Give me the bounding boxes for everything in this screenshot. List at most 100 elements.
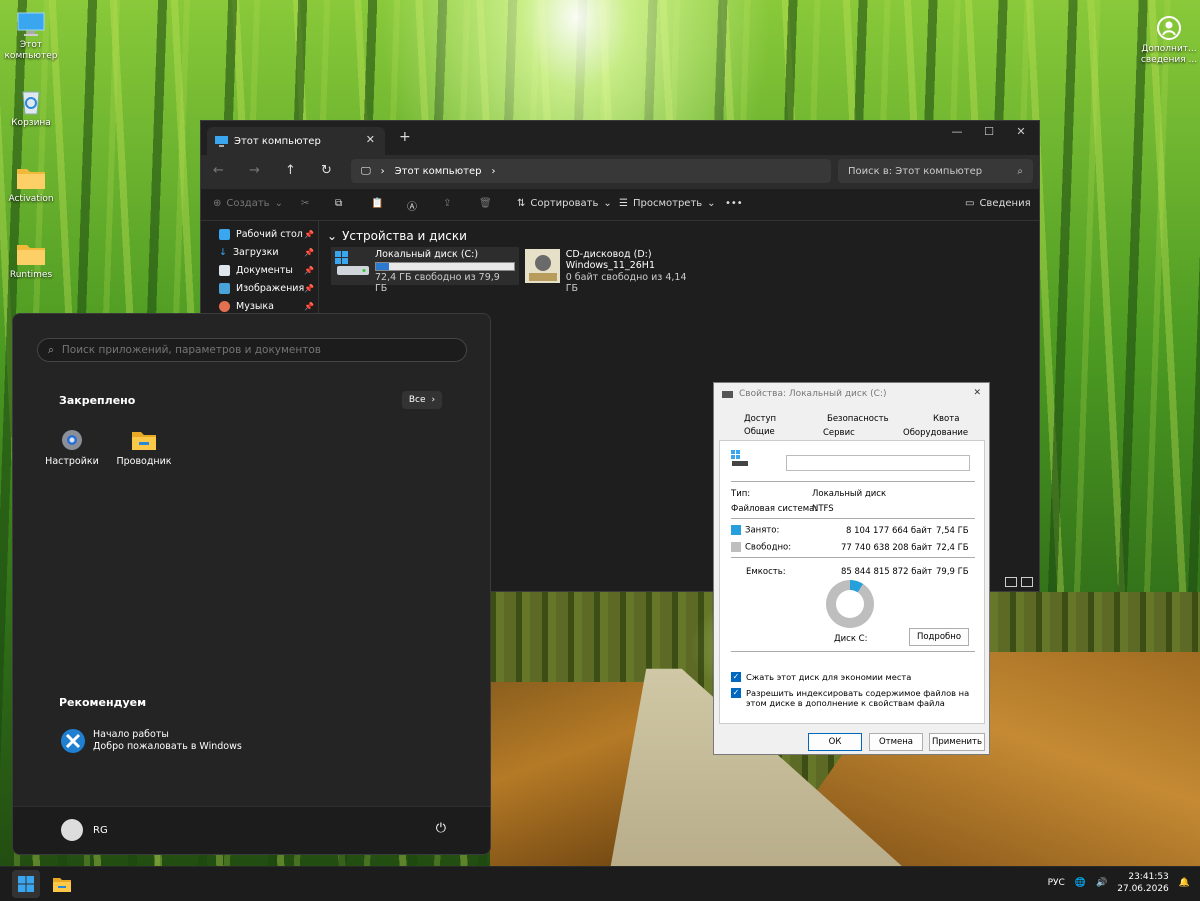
section-header[interactable]: ⌄ Устройства и диски [327,229,467,243]
details-button[interactable]: ▭ Сведения [965,198,1031,209]
compress-checkbox[interactable]: ✓ Сжать этот диск для экономии места [731,672,911,682]
desktop-icon-recycle-bin[interactable]: Корзина [0,88,62,129]
view-switcher [1005,577,1033,587]
all-apps-button[interactable]: Все › [402,391,442,409]
refresh-icon[interactable]: ↻ [321,163,332,178]
sidebar-item-pictures[interactable]: Изображения 📌 [201,279,318,297]
hard-drive-icon [335,251,369,275]
cd-drive-icon [525,249,560,283]
forward-icon[interactable]: → [249,163,260,178]
share-icon[interactable]: ⇪ [443,198,451,209]
view-icon: ☰ [619,198,628,209]
more-options-icon[interactable]: ••• [725,198,743,209]
tab-access[interactable]: Доступ [744,414,776,424]
start-button[interactable] [12,870,40,898]
new-tab-icon[interactable]: + [399,129,411,145]
sidebar-item-documents[interactable]: Документы 📌 [201,261,318,279]
folder-icon [17,169,45,189]
avatar[interactable] [61,819,83,841]
search-box[interactable]: Поиск в: Этот компьютер ⌕ [838,159,1033,183]
free-swatch [731,542,741,552]
start-search-box[interactable]: ⌕ [37,338,467,362]
dialog-title-bar: Свойства: Локальный диск (C:) ✕ [714,383,989,405]
maximize-icon[interactable]: ☐ [973,125,1005,138]
delete-icon[interactable]: 🗑 [479,198,492,209]
index-checkbox[interactable]: ✓ Разрешить индексировать содержимое файл… [731,688,971,708]
details-button[interactable]: Подробно [909,628,969,646]
network-icon[interactable]: 🌐 [1075,878,1086,888]
recommended-item-get-started[interactable]: Начало работы Добро пожаловать в Windows [61,729,242,753]
cancel-button[interactable]: Отмена [869,733,923,751]
drive-name: CD-дисковод (D:) [565,249,652,260]
start-search-input[interactable] [61,344,442,356]
folder-icon [132,432,156,450]
divider [731,557,975,558]
tab-security[interactable]: Безопасность [827,414,889,424]
tab-general[interactable]: Общие [744,427,775,437]
back-icon[interactable]: ← [213,163,224,178]
details-view-icon[interactable] [1005,577,1017,587]
drive-c[interactable]: Локальный диск (C:) 72,4 ГБ свободно из … [331,247,519,294]
notification-icon[interactable]: 🔔 [1179,878,1190,888]
tab-quota[interactable]: Квота [933,414,959,424]
language-indicator[interactable]: РУС [1048,878,1065,888]
close-window-icon[interactable]: ✕ [1005,125,1037,138]
taskbar-explorer[interactable] [48,870,76,898]
capacity-label: Емкость: [746,567,786,577]
close-icon[interactable]: ✕ [973,388,981,398]
start-footer: RG ⏻ [13,806,490,854]
apply-button[interactable]: Применить [929,733,985,751]
up-icon[interactable]: ↑ [285,163,296,178]
create-button[interactable]: ⊕ Создать ⌄ [213,198,283,209]
drive-free-space: 0 байт свободно из 4,14 ГБ [565,272,687,294]
cut-icon[interactable]: ✂ [301,198,309,209]
desktop-icon-extra-info[interactable]: Дополнит... сведения ... [1138,14,1200,66]
clock-date: 27.06.2026 [1117,884,1169,894]
tiles-view-icon[interactable] [1021,577,1033,587]
paste-icon[interactable]: 📋 [371,198,383,209]
used-bytes: 8 104 177 664 байт [846,526,932,536]
drive-d[interactable]: CD-дисковод (D:) Windows_11_26H1 0 байт … [521,247,701,294]
start-menu: ⌕ Закреплено Все › Настройки Проводник Ре… [12,313,491,855]
folder-icon [53,878,71,892]
windows-logo-icon [18,876,34,892]
desktop-icon-label: Runtimes [9,270,53,280]
user-name[interactable]: RG [93,825,108,836]
drive-name-field[interactable] [786,455,970,471]
volume-icon[interactable]: 🔊 [1096,878,1107,888]
tab-this-pc[interactable]: Этот компьютер ✕ [207,127,385,155]
address-bar[interactable]: 🖵 › Этот компьютер › [351,159,831,183]
pinned-app-explorer[interactable]: Проводник [112,428,176,467]
taskbar: РУС 🌐 🔊 23:41:53 27.06.2026 🔔 [0,866,1200,901]
disk-label: Диск C: [834,634,868,644]
desktop-icon-activation[interactable]: Activation [0,164,62,205]
hard-drive-icon [731,450,748,466]
desktop-icon-runtimes[interactable]: Runtimes [0,240,62,281]
monitor-icon: 🖵 [361,165,371,177]
plus-circle-icon: ⊕ [213,198,222,209]
view-button[interactable]: ☰ Просмотреть ⌄ [619,198,716,209]
tab-bar: Этот компьютер ✕ + — ☐ ✕ [201,121,1039,155]
minimize-icon[interactable]: — [941,125,973,138]
sort-button[interactable]: ⇅ Сортировать ⌄ [517,198,612,209]
search-placeholder: Поиск в: Этот компьютер [848,165,983,177]
tab-tools[interactable]: Сервис [823,428,855,438]
tab-hardware[interactable]: Оборудование [903,428,968,438]
rename-icon[interactable]: Ⓐ [407,198,417,213]
clock[interactable]: 23:41:53 27.06.2026 [1117,871,1169,895]
desktop-icon-label: Дополнит... сведения ... [1140,44,1198,65]
desktop-icon-this-pc[interactable]: Этот компьютер [0,10,62,62]
free-gb: 72,4 ГБ [936,543,969,553]
sidebar-item-label: Загрузки [232,246,279,258]
ok-button[interactable]: ОК [808,733,862,751]
info-user-icon [1157,16,1181,40]
copy-icon[interactable]: ⧉ [335,198,342,209]
close-tab-icon[interactable]: ✕ [366,133,375,146]
power-icon[interactable]: ⏻ [436,821,446,836]
address-segment[interactable]: Этот компьютер [395,166,482,177]
chevron-right-icon[interactable]: › [491,166,495,177]
sidebar-item-downloads[interactable]: ↓ Загрузки 📌 [201,243,318,261]
pinned-app-settings[interactable]: Настройки [40,428,104,467]
pin-icon: 📌 [304,301,314,311]
sidebar-item-desktop[interactable]: Рабочий стол 📌 [201,225,318,243]
